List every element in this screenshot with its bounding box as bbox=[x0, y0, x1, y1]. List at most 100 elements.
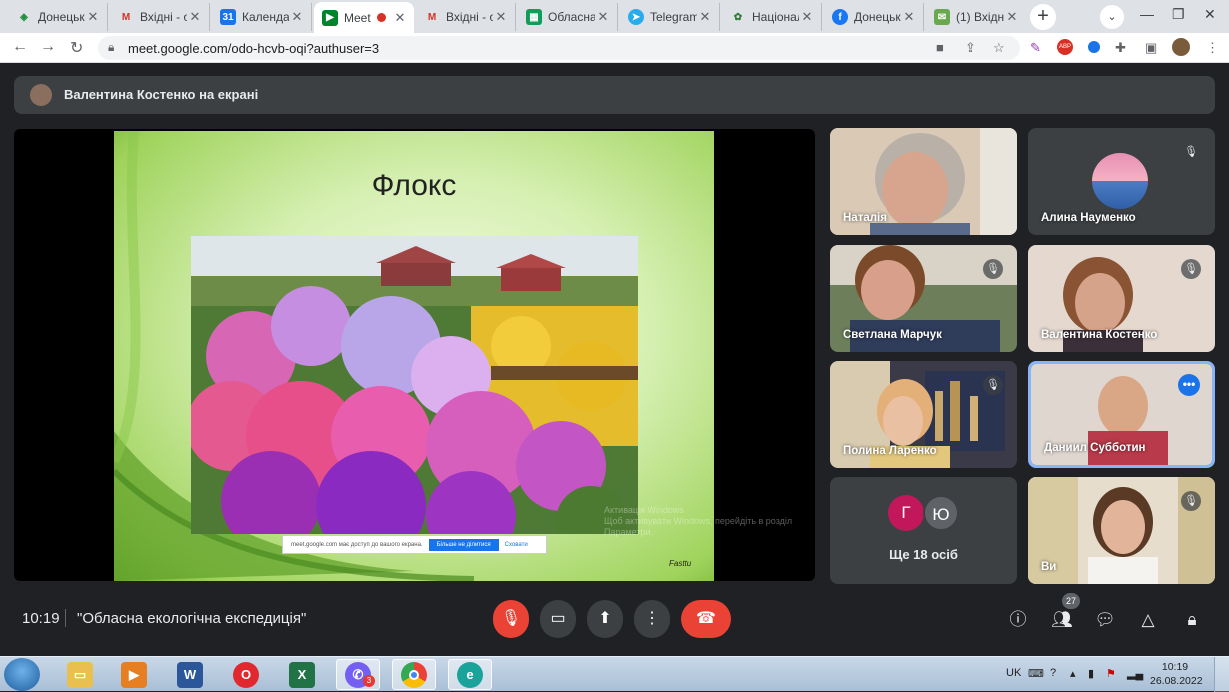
participant-tile-daniil[interactable]: ••• Даниил Субботин bbox=[1028, 361, 1215, 468]
mic-off-icon: 🎙︎ bbox=[983, 259, 1003, 279]
close-icon[interactable]: ✕ bbox=[85, 9, 101, 25]
sidepanel-icon[interactable]: ▣ bbox=[1145, 40, 1157, 56]
participant-name: Наталія bbox=[843, 212, 887, 224]
minimize-icon[interactable]: — bbox=[1140, 6, 1154, 22]
extension-blue-icon[interactable] bbox=[1088, 41, 1100, 53]
presenting-banner-text: Валентина Костенко на екрані bbox=[64, 87, 259, 102]
word-icon: W bbox=[177, 661, 203, 688]
close-icon[interactable]: ✕ bbox=[799, 9, 815, 25]
participant-name: Светлана Марчук bbox=[843, 329, 942, 341]
stop-sharing-button[interactable]: Більше не ділитися bbox=[428, 538, 499, 551]
action-center-icon[interactable]: ⚑ bbox=[1106, 667, 1116, 680]
info-icon[interactable]: ⓘ bbox=[1006, 608, 1030, 632]
hide-notice-button[interactable]: Сховати bbox=[505, 542, 528, 548]
back-icon[interactable]: ← bbox=[12, 38, 28, 56]
help-icon[interactable]: ? bbox=[1050, 667, 1056, 679]
tab-donetsk[interactable]: ◈ Донецьк ✕ bbox=[8, 3, 108, 31]
windows-activation-watermark: Активація Windows Щоб активувати Windows… bbox=[604, 505, 793, 537]
close-icon[interactable]: ✕ bbox=[901, 9, 917, 25]
tab-sheets[interactable]: ▦ Обласна ✕ bbox=[518, 3, 618, 31]
adblock-icon[interactable]: ABP bbox=[1057, 39, 1073, 55]
close-icon[interactable]: ✕ bbox=[1004, 9, 1020, 25]
participant-tile-valentina[interactable]: 🎙︎ Валентина Костенко bbox=[1028, 245, 1215, 352]
leave-call-button[interactable]: ☎ bbox=[681, 600, 731, 638]
people-icon[interactable]: 👥︎ bbox=[1050, 608, 1074, 632]
tab-search-button[interactable]: ⌄ bbox=[1100, 5, 1124, 29]
calendar-icon: 31 bbox=[220, 9, 236, 25]
participant-tile-alina[interactable]: 🎙︎ Алина Науменко bbox=[1028, 128, 1215, 235]
present-screen-button[interactable]: ⬆ bbox=[587, 600, 623, 638]
show-hidden-icons[interactable]: ▴ bbox=[1070, 667, 1076, 680]
windows-start-button[interactable] bbox=[4, 658, 40, 691]
gmail-icon: M bbox=[427, 11, 437, 23]
host-controls-icon[interactable]: 🔒︎ bbox=[1180, 608, 1204, 632]
close-icon[interactable]: ✕ bbox=[493, 9, 509, 25]
taskbar-word[interactable]: W bbox=[168, 659, 212, 690]
taskbar-viber[interactable]: ✆ 3 bbox=[336, 659, 380, 690]
menu-icon[interactable]: ⋮ bbox=[1206, 40, 1219, 56]
camera-toggle-button[interactable]: ▭ bbox=[540, 600, 576, 638]
close-icon[interactable]: ✕ bbox=[289, 9, 305, 25]
taskbar-media-player[interactable]: ▶ bbox=[112, 659, 156, 690]
language-indicator[interactable]: UK bbox=[1006, 667, 1021, 679]
close-icon[interactable]: ✕ bbox=[392, 10, 408, 26]
browser-tab-strip: ◈ Донецьк ✕ M Вхідні - о ✕ 31 Календар ✕… bbox=[0, 0, 1229, 33]
chat-icon[interactable]: 💬︎ bbox=[1093, 608, 1117, 632]
tab-calendar[interactable]: 31 Календар ✕ bbox=[212, 3, 312, 31]
gmail-icon: M bbox=[121, 11, 131, 23]
profile-avatar[interactable] bbox=[1172, 38, 1190, 56]
phlox-photo bbox=[191, 236, 638, 534]
presentation-stage[interactable]: Флокс meet.google.com має доступ до вашо… bbox=[14, 129, 815, 581]
participant-tile-polina[interactable]: 🎙︎ Полина Ларенко bbox=[830, 361, 1017, 468]
signal-icon[interactable]: ▂▄ bbox=[1127, 667, 1143, 680]
tab-national[interactable]: ✿ Національ ✕ bbox=[722, 3, 822, 31]
address-bar[interactable]: 🔒︎ meet.google.com/odo-hcvb-oqi?authuser… bbox=[98, 36, 1020, 60]
slide-corner-logo: Fasttu bbox=[669, 559, 692, 568]
close-icon[interactable]: ✕ bbox=[595, 9, 611, 25]
keyboard-icon[interactable]: ⌨ bbox=[1028, 667, 1044, 680]
shield-icon: ◈ bbox=[20, 11, 28, 23]
more-participants-label: Ще 18 осіб bbox=[889, 547, 958, 562]
tab-inbox-1[interactable]: M Вхідні - о ✕ bbox=[110, 3, 210, 31]
taskbar-chrome[interactable] bbox=[392, 659, 436, 690]
close-window-icon[interactable]: ✕ bbox=[1204, 6, 1216, 23]
camera-indicator-icon[interactable]: ■ bbox=[936, 40, 944, 55]
taskbar-explorer[interactable]: ▭ bbox=[58, 659, 102, 690]
tab-inbox-2[interactable]: M Вхідні - о ✕ bbox=[416, 3, 516, 31]
more-options-icon[interactable]: ••• bbox=[1178, 374, 1200, 396]
participant-avatar: Ю bbox=[923, 495, 959, 531]
close-icon[interactable]: ✕ bbox=[697, 9, 713, 25]
taskbar-excel[interactable]: X bbox=[280, 659, 324, 690]
show-desktop-button[interactable] bbox=[1214, 657, 1229, 692]
mic-off-icon: 🎙︎ bbox=[1181, 259, 1201, 279]
mic-toggle-button[interactable]: 🎙︎ bbox=[493, 600, 529, 638]
tab-facebook[interactable]: f Донецьк ✕ bbox=[824, 3, 924, 31]
meet-icon: ▶ bbox=[322, 9, 338, 26]
participant-tile-others[interactable]: Г Ю Ще 18 осіб bbox=[830, 477, 1017, 584]
reload-icon[interactable]: ↻ bbox=[70, 38, 83, 58]
pen-extension-icon[interactable]: ✎ bbox=[1030, 40, 1041, 56]
participant-tile-natalia[interactable]: Наталія bbox=[830, 128, 1017, 235]
participant-tile-svetlana[interactable]: 🎙︎ Светлана Марчук bbox=[830, 245, 1017, 352]
more-options-button[interactable]: ⋮ bbox=[634, 600, 670, 638]
activities-icon[interactable]: △ bbox=[1136, 608, 1160, 632]
new-tab-button[interactable]: + bbox=[1030, 4, 1056, 30]
mic-off-icon: 🎙︎ bbox=[500, 610, 522, 627]
close-icon[interactable]: ✕ bbox=[187, 9, 203, 25]
participant-tile-self[interactable]: 🎙︎ Ви bbox=[1028, 477, 1215, 584]
share-icon[interactable]: ⇪ bbox=[965, 40, 976, 56]
tab-telegram[interactable]: ➤ Telegram ✕ bbox=[620, 3, 720, 31]
meet-control-bar: 10:19 "Обласна екологічна експедиція" 🎙︎… bbox=[0, 593, 1229, 649]
maximize-icon[interactable]: ❐ bbox=[1172, 6, 1185, 23]
network-icon[interactable]: ▮ bbox=[1088, 667, 1094, 680]
taskbar-eset[interactable]: e bbox=[448, 659, 492, 690]
taskbar-opera[interactable]: O bbox=[224, 659, 268, 690]
tab-mail[interactable]: ✉ (1) Вхідн ✕ bbox=[926, 3, 1026, 31]
slide-title: Флокс bbox=[371, 169, 457, 202]
taskbar-clock[interactable]: 10:19 26.08.2022 bbox=[1150, 660, 1203, 688]
phlox-flowers-image bbox=[191, 236, 638, 534]
puzzle-icon[interactable]: ✚ bbox=[1115, 40, 1126, 56]
tab-meet[interactable]: ▶ Meet ✕ bbox=[314, 2, 414, 33]
forward-icon[interactable]: → bbox=[40, 38, 56, 56]
bookmark-star-icon[interactable]: ☆ bbox=[993, 40, 1005, 56]
